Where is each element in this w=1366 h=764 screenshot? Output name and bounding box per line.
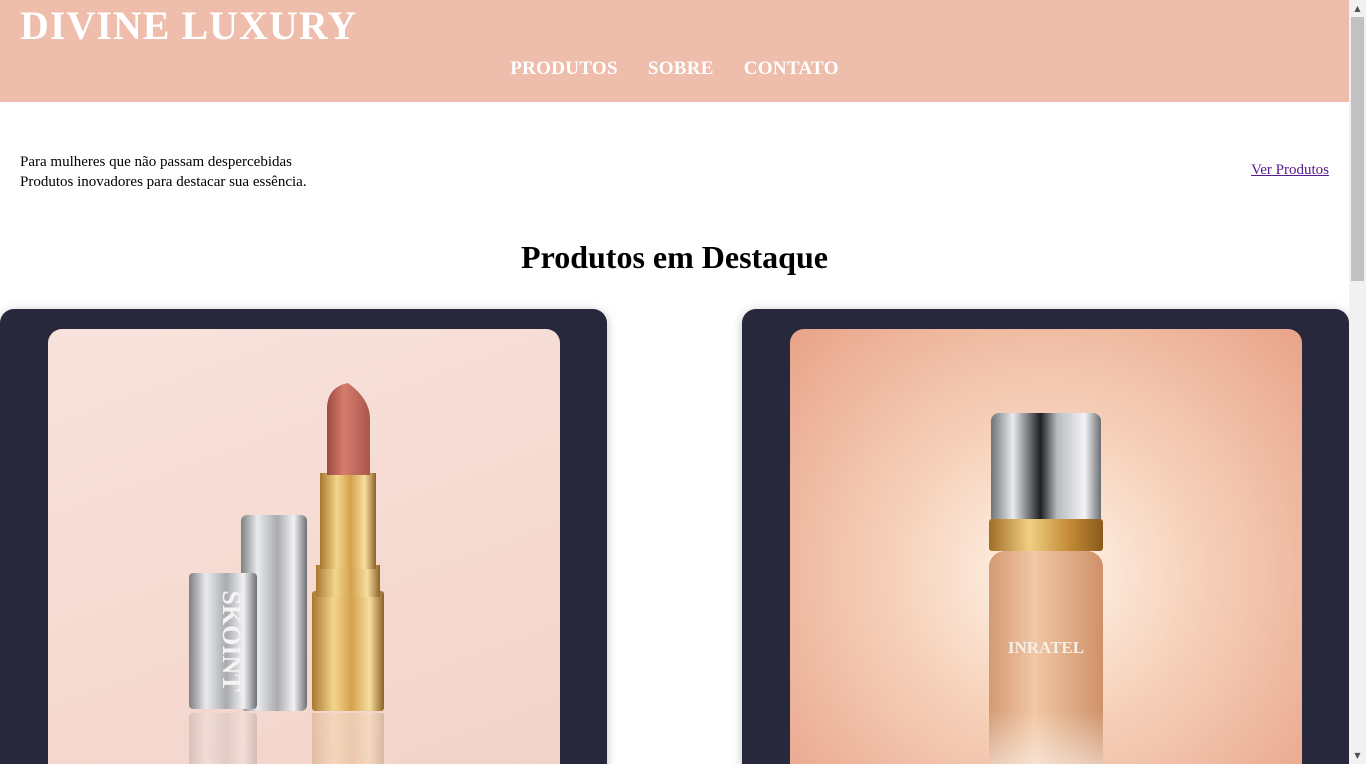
vertical-scrollbar[interactable]: ▲ ▼	[1349, 0, 1366, 764]
arrow-up-icon[interactable]: ▲	[1349, 0, 1366, 17]
foundation-bottle-image[interactable]: INRATEL	[790, 329, 1302, 764]
ver-produtos-link[interactable]: Ver Produtos	[1251, 162, 1329, 179]
nav-link-contato[interactable]: CONTATO	[744, 58, 839, 80]
lipstick-cap-text: SKOINT	[217, 590, 246, 691]
hero-tagline: Para mulheres que não passam despercebid…	[20, 154, 292, 170]
nav-link-produtos[interactable]: PRODUTOS	[510, 58, 618, 80]
foundation-illustration: INRATEL	[989, 413, 1103, 764]
arrow-down-icon[interactable]: ▼	[1349, 747, 1366, 764]
hero-text: Para mulheres que não passam despercebid…	[20, 152, 307, 192]
hero-subtitle: Produtos inovadores para destacar sua es…	[20, 174, 307, 190]
lipstick-illustration: SKOINT	[189, 383, 384, 764]
lipstick-image[interactable]: SKOINT	[48, 329, 560, 764]
page: DIVINE LUXURY PRODUTOS SOBRE CONTATO Par…	[0, 0, 1349, 764]
brand-logo[interactable]: DIVINE LUXURY	[20, 2, 357, 49]
nav-link-sobre[interactable]: SOBRE	[648, 58, 714, 80]
product-card-foundation[interactable]: INRATEL	[742, 309, 1349, 764]
site-header: DIVINE LUXURY PRODUTOS SOBRE CONTATO	[0, 0, 1349, 102]
main-nav: PRODUTOS SOBRE CONTATO	[0, 58, 1349, 80]
featured-title: Produtos em Destaque	[521, 239, 828, 275]
bottle-label: INRATEL	[1008, 638, 1084, 657]
product-card-lipstick[interactable]: SKOINT	[0, 309, 607, 764]
scrollbar-thumb[interactable]	[1351, 17, 1364, 281]
